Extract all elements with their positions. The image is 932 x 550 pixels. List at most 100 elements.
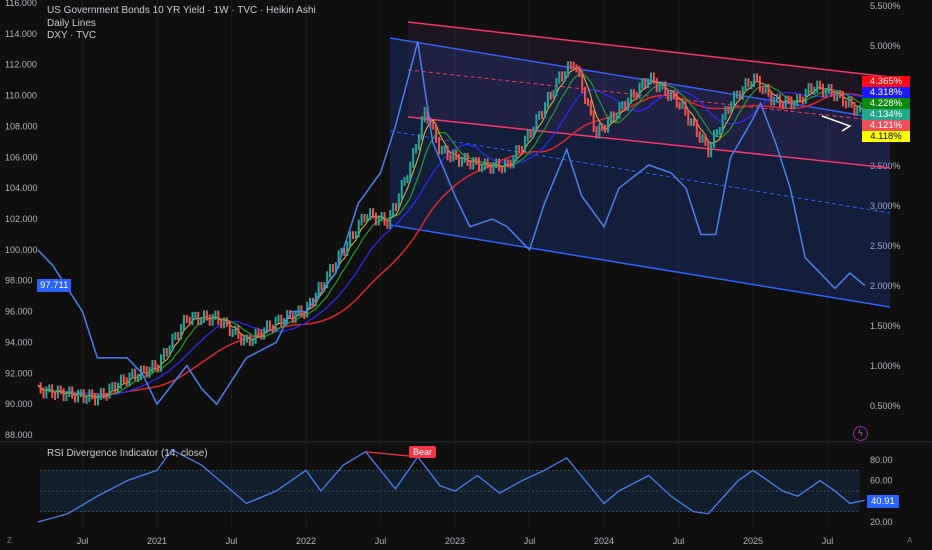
heikin-ashi-candle xyxy=(478,157,481,172)
heikin-ashi-candle xyxy=(652,72,655,84)
heikin-ashi-candle xyxy=(569,61,572,70)
heikin-ashi-candle xyxy=(397,193,400,210)
heikin-ashi-candle xyxy=(698,131,701,143)
auto-scale-button[interactable]: Z xyxy=(7,536,12,545)
heikin-ashi-candle xyxy=(463,152,466,163)
left-axis-tick: 104.000 xyxy=(5,183,38,193)
heikin-ashi-candle xyxy=(796,94,799,107)
heikin-ashi-candle xyxy=(483,158,486,171)
heikin-ashi-candle xyxy=(268,320,271,331)
lightning-icon[interactable]: ϟ xyxy=(853,426,868,441)
heikin-ashi-candle xyxy=(111,382,114,391)
heikin-ashi-candle xyxy=(248,334,251,346)
x-tick-label: Jul xyxy=(524,536,536,546)
heikin-ashi-candle xyxy=(105,392,108,401)
left-axis-tick: 90.000 xyxy=(5,399,33,409)
heikin-ashi-candle xyxy=(790,96,793,110)
heikin-ashi-candle xyxy=(220,318,223,329)
heikin-ashi-candle xyxy=(472,157,475,170)
heikin-ashi-candle xyxy=(211,313,214,326)
heikin-ashi-candle xyxy=(500,165,503,174)
heikin-ashi-candle xyxy=(801,96,804,105)
heikin-ashi-candle xyxy=(853,101,856,116)
x-tick-label: Jul xyxy=(375,536,387,546)
heikin-ashi-candle xyxy=(360,213,363,226)
heikin-ashi-candle xyxy=(821,83,824,98)
heikin-ashi-candle xyxy=(42,387,45,399)
heikin-ashi-candle xyxy=(354,231,357,240)
heikin-ashi-candle xyxy=(389,210,392,229)
x-tick-label: Jul xyxy=(822,536,834,546)
heikin-ashi-candle xyxy=(59,385,62,395)
heikin-ashi-candle xyxy=(114,382,117,394)
heikin-ashi-candle xyxy=(521,146,524,155)
heikin-ashi-candle xyxy=(435,123,438,143)
heikin-ashi-candle xyxy=(635,91,638,100)
heikin-ashi-candle xyxy=(403,177,406,186)
heikin-ashi-candle xyxy=(523,135,526,153)
heikin-ashi-candle xyxy=(847,96,850,108)
heikin-ashi-candle xyxy=(182,314,185,331)
heikin-ashi-candle xyxy=(174,332,177,341)
heikin-ashi-candle xyxy=(601,123,604,132)
left-axis-tick: 112.000 xyxy=(5,60,37,70)
heikin-ashi-candle xyxy=(555,77,558,97)
heikin-ashi-candle xyxy=(96,394,99,406)
right-axis-tick: 1.000% xyxy=(870,361,901,371)
price-badge: 4.121% xyxy=(862,120,910,131)
heikin-ashi-candle xyxy=(351,231,354,240)
heikin-ashi-candle xyxy=(586,98,589,107)
price-badge: 4.134% xyxy=(862,109,910,120)
left-axis-tick: 98.000 xyxy=(5,276,33,286)
heikin-ashi-candle xyxy=(764,83,767,94)
auto-button[interactable]: A xyxy=(907,536,912,545)
heikin-ashi-candle xyxy=(707,139,710,158)
heikin-ashi-candle xyxy=(446,145,449,161)
heikin-ashi-candle xyxy=(88,389,91,402)
heikin-ashi-candle xyxy=(830,83,833,97)
heikin-ashi-candle xyxy=(667,90,670,101)
heikin-ashi-candle xyxy=(180,324,183,340)
heikin-ashi-candle xyxy=(589,99,592,116)
heikin-ashi-candle xyxy=(171,333,174,352)
chart-canvas[interactable]: Jul 2021 Jul 2022 Jul 2023 Jul 2024 Jul 2025 Jul 11… xyxy=(0,0,932,550)
heikin-ashi-candle xyxy=(263,327,266,340)
heikin-ashi-candle xyxy=(672,89,675,99)
heikin-ashi-candle xyxy=(56,385,59,399)
heikin-ashi-candle xyxy=(274,316,277,332)
heikin-ashi-candle xyxy=(349,231,352,248)
chart-window[interactable]: Jul 2021 Jul 2022 Jul 2023 Jul 2024 Jul 2025 Jul 11… xyxy=(0,0,932,550)
heikin-ashi-candle xyxy=(372,208,375,219)
heikin-ashi-candle xyxy=(62,388,65,402)
heikin-ashi-candle xyxy=(581,71,584,93)
heikin-ashi-candle xyxy=(541,110,544,119)
heikin-ashi-candle xyxy=(65,391,68,402)
right-axis-tick: 5.500% xyxy=(870,1,901,11)
heikin-ashi-candle xyxy=(217,310,220,325)
heikin-ashi-candle xyxy=(417,134,420,151)
heikin-ashi-candle xyxy=(721,114,724,134)
heikin-ashi-candle xyxy=(148,366,151,378)
heikin-ashi-candle xyxy=(509,159,512,169)
rsi-axis-tick: 60.00 xyxy=(870,476,893,486)
x-tick-label: Jul xyxy=(226,536,238,546)
heikin-ashi-candle xyxy=(458,153,461,167)
heikin-ashi-candle xyxy=(406,174,409,184)
x-tick-label: 2023 xyxy=(445,536,465,546)
heikin-ashi-candle xyxy=(79,389,82,398)
heikin-ashi-candle xyxy=(518,145,521,154)
right-axis-tick: 5.000% xyxy=(870,41,901,51)
left-axis-tick: 100.000 xyxy=(5,245,38,255)
rsi-value-badge: 40.91 xyxy=(867,495,899,508)
heikin-ashi-candle xyxy=(661,81,664,90)
heikin-ashi-candle xyxy=(231,328,234,337)
heikin-ashi-candle xyxy=(503,159,506,173)
heikin-ashi-candle xyxy=(664,81,667,97)
heikin-ashi-candle xyxy=(627,97,630,111)
heikin-ashi-candle xyxy=(409,161,412,181)
heikin-ashi-candle xyxy=(756,73,759,82)
heikin-ashi-candle xyxy=(45,386,48,399)
heikin-ashi-candle xyxy=(251,337,254,346)
heikin-ashi-candle xyxy=(437,136,440,155)
heikin-ashi-candle xyxy=(784,95,787,109)
